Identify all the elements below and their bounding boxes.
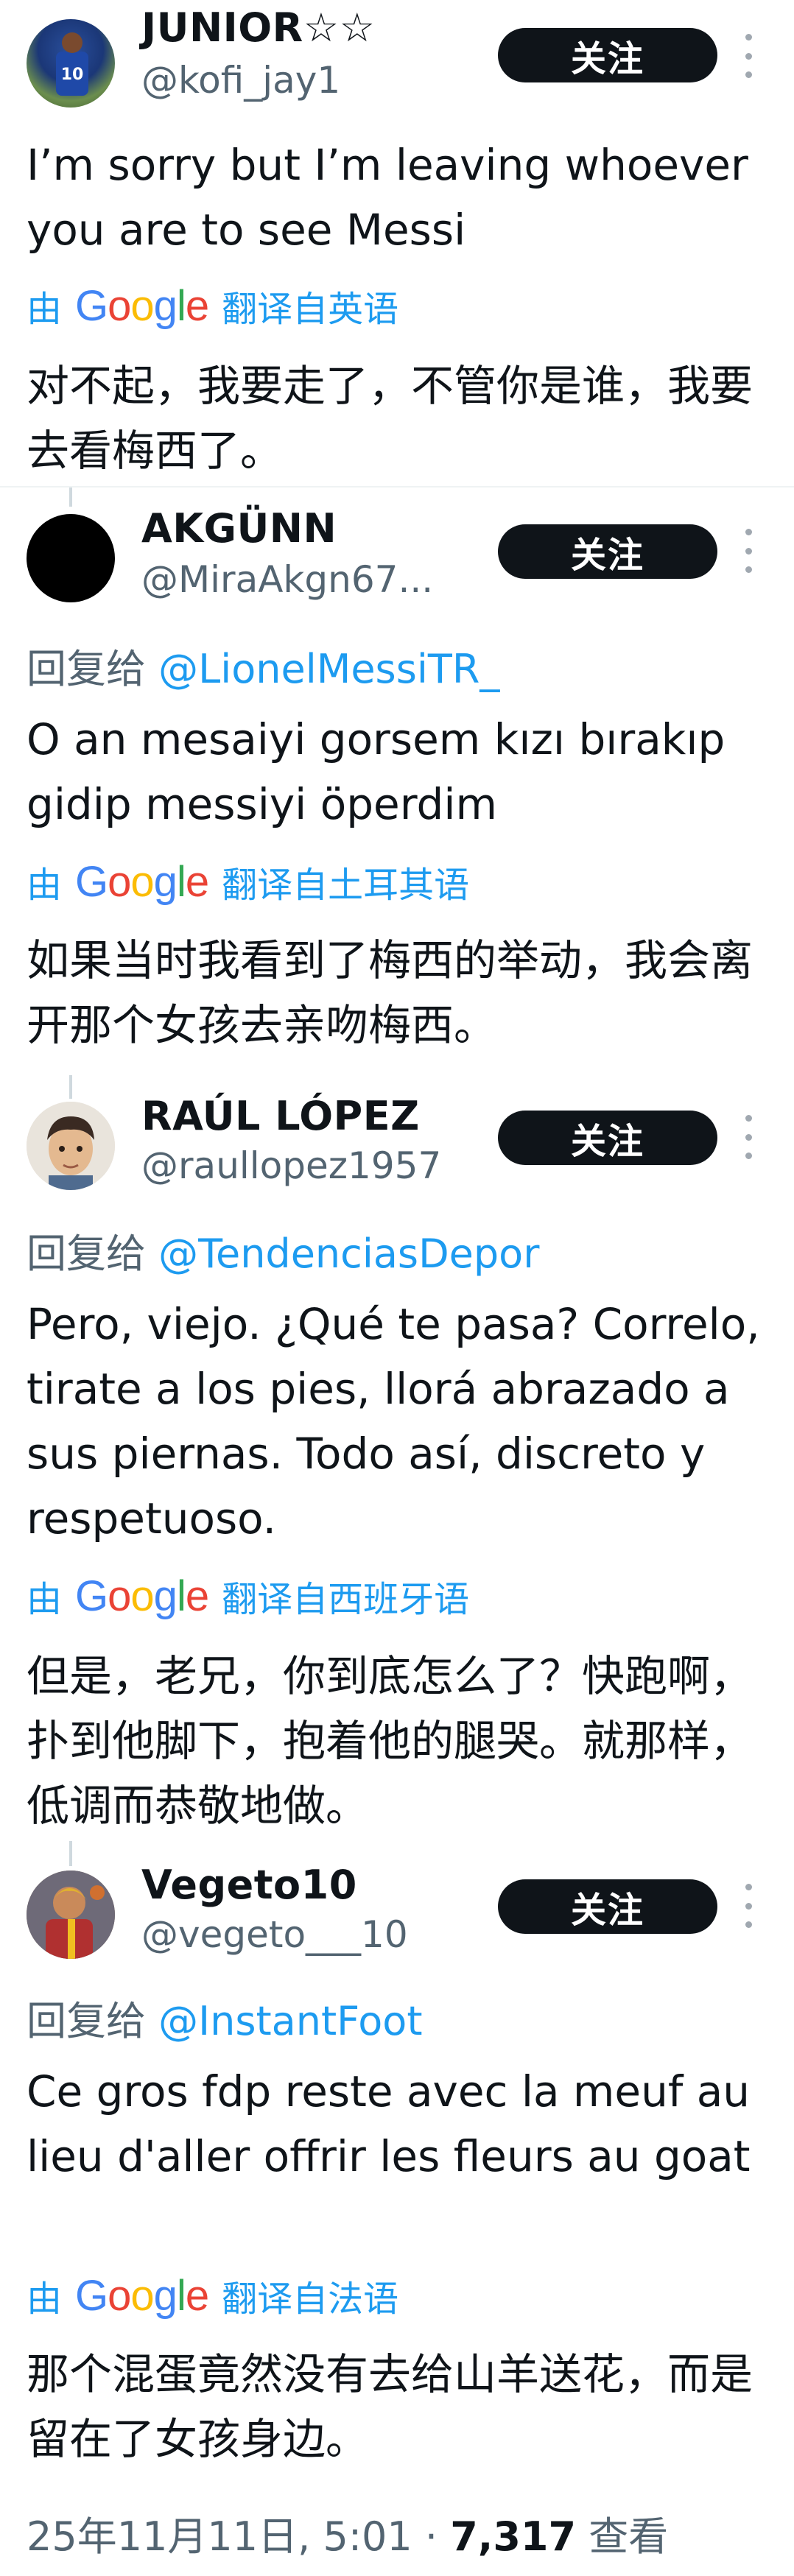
google-logo: Google — [75, 281, 209, 330]
author-handle[interactable]: @MiraAkgn67... — [141, 558, 433, 601]
translation-notice[interactable]: 由 Google 翻译自土耳其语 — [27, 856, 469, 907]
post-text: O an mesaiyi gorsem kızı bırakıp gidip m… — [27, 714, 726, 829]
author-name[interactable]: RAÚL LÓPEZ — [141, 1093, 420, 1139]
post-text: Pero, viejo. ¿Qué te pasa? Correlo, tira… — [27, 1299, 760, 1544]
reply-context: 回复给 @InstantFoot — [27, 1988, 423, 2047]
translated-text: 如果当时我看到了梅西的举动，我会离开那个女孩去亲吻梅西。 — [27, 935, 753, 1050]
author-name[interactable]: JUNIOR☆☆ — [141, 4, 376, 51]
author-handle[interactable]: @vegeto___10 — [141, 1913, 408, 1956]
more-options-icon[interactable] — [741, 1884, 756, 1928]
author-handle[interactable]: @raullopez1957 — [141, 1144, 441, 1187]
post-text: Ce gros fdp reste avec la meuf au lieu d… — [27, 2066, 751, 2181]
divider — [0, 486, 794, 488]
translate-prefix: 由 — [27, 1579, 63, 1620]
view-count: 7,317 — [450, 2513, 577, 2560]
google-logo: Google — [75, 857, 209, 906]
svg-text:10: 10 — [61, 66, 84, 84]
author-handle[interactable]: @kofi_jay1 — [141, 59, 340, 102]
translated-text: 对不起，我要走了，不管你是谁，我要去看梅西了。 — [27, 361, 753, 476]
translation-notice[interactable]: 由 Google 翻译自英语 — [27, 280, 398, 331]
more-options-icon[interactable] — [741, 529, 756, 573]
translation-notice[interactable]: 由 Google 翻译自西班牙语 — [27, 1570, 469, 1622]
timestamp[interactable]: 25年11月11日, 5:01 · — [27, 2513, 450, 2560]
reply-prefix: 回复给 — [27, 1231, 146, 1277]
reply-context: 回复给 @TendenciasDepor — [27, 1221, 539, 1279]
reply-mention-link[interactable]: @LionelMessiTR_ — [158, 646, 499, 692]
reply-context: 回复给 @LionelMessiTR_ — [27, 636, 499, 694]
avatar[interactable] — [27, 1871, 115, 1959]
follow-button[interactable]: 关注 — [498, 1111, 717, 1165]
translate-source: 翻译自英语 — [222, 289, 399, 330]
translate-prefix: 由 — [27, 865, 63, 906]
translate-prefix: 由 — [27, 289, 63, 330]
author-name[interactable]: AKGÜNN — [141, 505, 337, 552]
google-logo: Google — [75, 2271, 209, 2320]
avatar-image: 10 — [56, 32, 88, 96]
translation-notice[interactable]: 由 Google 翻译自法语 — [27, 2270, 398, 2321]
more-options-icon[interactable] — [741, 34, 756, 78]
translate-source: 翻译自土耳其语 — [222, 865, 470, 906]
reply-mention-link[interactable]: @InstantFoot — [158, 1998, 422, 2044]
avatar-image — [27, 1102, 115, 1190]
post-text: I’m sorry but I’m leaving whoever you ar… — [27, 140, 748, 255]
follow-button[interactable]: 关注 — [498, 524, 717, 579]
thread-line — [69, 488, 72, 507]
translate-prefix: 由 — [27, 2278, 63, 2320]
translate-source: 翻译自法语 — [222, 2278, 399, 2320]
author-name[interactable]: Vegeto10 — [141, 1862, 357, 1908]
thread-line — [69, 1075, 72, 1099]
follow-button[interactable]: 关注 — [498, 1879, 717, 1934]
views-label: 查看 — [576, 2513, 669, 2560]
avatar[interactable] — [27, 514, 115, 602]
translate-source: 翻译自西班牙语 — [222, 1579, 470, 1620]
reply-prefix: 回复给 — [27, 646, 146, 692]
reply-mention-link[interactable]: @TendenciasDepor — [158, 1231, 539, 1277]
more-options-icon[interactable] — [741, 1115, 756, 1159]
reply-prefix: 回复给 — [27, 1998, 146, 2044]
thread-line — [69, 1841, 72, 1866]
follow-button[interactable]: 关注 — [498, 28, 717, 82]
translated-text: 但是，老兄，你到底怎么了？快跑啊，扑到他脚下，抱着他的腿哭。就那样，低调而恭敬地… — [27, 1651, 753, 1831]
google-logo: Google — [75, 1572, 209, 1620]
post-meta: 25年11月11日, 5:01 · 7,317 查看 — [27, 2504, 668, 2562]
avatar-image — [27, 1871, 115, 1959]
avatar[interactable]: 10 — [27, 19, 115, 108]
translated-text: 那个混蛋竟然没有去给山羊送花，而是留在了女孩身边。 — [27, 2349, 753, 2464]
avatar[interactable] — [27, 1102, 115, 1190]
